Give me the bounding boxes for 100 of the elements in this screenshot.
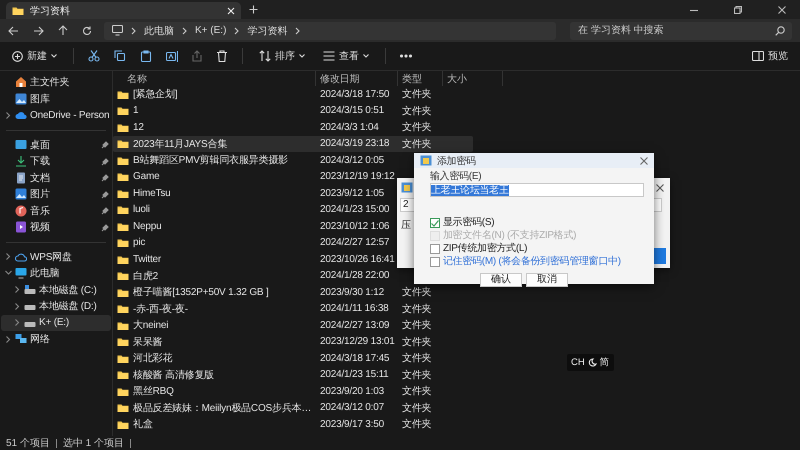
file-name: 极品反差婊妹：Meiilyn极品COS步兵本… [133,402,312,415]
sidebar-item[interactable]: 网络 [1,331,111,348]
dialog-button[interactable]: 确认 [480,273,522,287]
file-row[interactable]: 白虎2 2024/1/28 22:00 [113,268,473,284]
chevron-down-icon[interactable] [5,270,12,276]
breadcrumb[interactable]: K+ (E:) [195,25,226,36]
chevron-right-icon[interactable] [14,319,21,326]
pin-icon [101,140,109,150]
breadcrumb[interactable]: 学习资料 [247,24,288,38]
desktop-icon [15,138,27,151]
file-row[interactable]: [紧急企划] 2024/3/18 17:50 文件夹 [113,86,473,102]
gallery-icon [15,92,27,105]
sidebar-item[interactable]: 桌面 [1,136,111,153]
sort-button[interactable]: 排序 [257,47,307,65]
column-header[interactable]: 名称 [113,71,316,86]
checkbox[interactable] [430,257,440,267]
modified-date: 2023/9/30 1:12 [320,286,384,298]
sidebar-item[interactable]: 音乐 [1,202,111,219]
modified-date: 2023/9/20 1:03 [320,386,384,397]
file-row[interactable]: 河北彩花 2024/3/18 17:45 文件夹 [113,350,473,366]
sidebar-item[interactable]: 此电脑 [1,265,111,282]
new-button[interactable]: 新建 [10,47,59,65]
close-icon[interactable] [640,156,648,164]
file-row[interactable]: -赤-西-夜-夜- 2024/1/11 16:38 文件夹 [113,300,473,317]
column-header[interactable]: 类型 [398,71,443,86]
monitor-icon [15,267,27,280]
pin-icon [101,206,109,216]
checkbox-label[interactable]: 记住密码(M) (将会备份到密码管理窗口中) [443,256,621,268]
file-row[interactable]: 12 2024/3/3 1:04 文件夹 [113,119,473,136]
trash-icon[interactable] [216,50,228,62]
file-type: 文件夹 [402,352,432,366]
chevron-right-icon[interactable] [5,336,12,343]
cut-icon[interactable] [88,50,100,62]
chevron-right-icon[interactable] [5,253,12,260]
folder-icon [117,105,129,116]
file-row[interactable]: 大neinei 2024/2/27 13:09 文件夹 [113,317,473,334]
folder-icon [117,270,129,282]
file-row[interactable]: 1 2024/3/15 0:51 文件夹 [113,102,473,119]
restore-icon[interactable] [734,6,742,14]
monitor-icon [112,25,123,36]
sidebar-item[interactable]: 本地磁盘 (C:) [1,282,111,298]
checkbox[interactable] [430,244,440,254]
folder-icon [117,237,129,248]
chevron-right-icon[interactable] [14,286,21,294]
search-field[interactable]: 在 学习资料 中搜索 [570,22,792,40]
checkbox-label[interactable]: 显示密码(S) [443,217,494,229]
sidebar-item[interactable]: K+ (E:) [1,314,111,331]
add-tab-icon[interactable] [249,5,258,14]
file-type: 文件夹 [402,302,432,316]
sidebar-item[interactable]: 本地磁盘 (D:) [1,298,111,314]
column-header[interactable]: 大小 [443,71,503,86]
close-icon[interactable] [656,184,664,192]
sidebar-item[interactable]: 图库 [1,90,111,107]
share-icon[interactable] [192,50,202,62]
file-row[interactable]: 呆呆酱 2023/12/29 13:01 文件夹 [113,334,473,350]
close-icon[interactable] [778,6,786,14]
sidebar-item[interactable]: 文档 [1,170,111,186]
forward-arrow-icon[interactable] [33,26,44,36]
file-type: 文件夹 [402,368,432,382]
file-row[interactable]: 极品反差婊妹：Meiilyn极品COS步兵本… 2024/3/12 0:07 文件夹 [113,400,473,416]
address-bar[interactable]: 此电脑 K+ (E:) 学习资料 [104,22,556,40]
file-row[interactable]: 橙子喵酱[1352P+50V 1.32 GB ] 2023/9/30 1:12 文件夹 [113,284,473,300]
file-type: 文件夹 [402,384,432,398]
sidebar-item[interactable]: WPS网盘 [1,248,111,265]
file-type: 文件夹 [402,336,432,349]
tab[interactable]: 学习资料 [6,2,241,19]
chevron-right-icon[interactable] [14,302,21,310]
dialog-button[interactable]: 取消 [526,273,568,287]
file-row[interactable]: 2023年11月JAYS合集 2024/3/19 23:18 文件夹 [113,136,473,152]
more-icon[interactable] [400,54,412,58]
rename-icon[interactable] [166,50,178,62]
breadcrumb[interactable]: 此电脑 [144,24,174,38]
back-arrow-icon[interactable] [8,26,19,36]
input-method-indicator[interactable]: CH 简 [567,354,614,371]
checkbox[interactable] [430,218,440,228]
up-arrow-icon[interactable] [58,25,68,36]
file-row[interactable]: 核酸酱 高清修复版 2024/1/23 15:11 文件夹 [113,366,473,383]
view-button[interactable]: 查看 [321,47,371,65]
column-header[interactable]: 修改日期 [316,71,398,86]
clipboard-icon[interactable] [140,50,152,62]
folder-icon [117,138,129,150]
chevron-right-icon[interactable] [5,112,12,119]
refresh-icon[interactable] [82,26,92,36]
sidebar-item[interactable]: 下载 [1,153,111,170]
file-row[interactable]: 礼盒 2023/9/17 3:50 文件夹 [113,416,473,432]
file-row[interactable]: 黑丝RBQ 2023/9/20 1:03 文件夹 [113,383,473,400]
file-name: Neppu [133,220,162,232]
sidebar-item[interactable]: OneDrive - Person [1,107,111,124]
copy-icon[interactable] [114,50,126,62]
modified-date: 2023/12/29 13:01 [320,336,395,348]
password-field[interactable]: 上老王论坛当老王 [430,183,644,197]
search-icon [775,26,785,36]
image-icon [15,188,27,200]
preview-button[interactable]: 预览 [750,47,790,65]
sidebar-item[interactable]: 主文件夹 [1,74,111,90]
checkbox-label[interactable]: ZIP传统加密方式(L) [443,243,528,255]
sidebar-item[interactable]: 图片 [1,186,111,202]
file-name: 黑丝RBQ [133,384,174,398]
status-text: 选中 1 个项目 [62,436,124,450]
sidebar-item[interactable]: 视频 [1,219,111,236]
